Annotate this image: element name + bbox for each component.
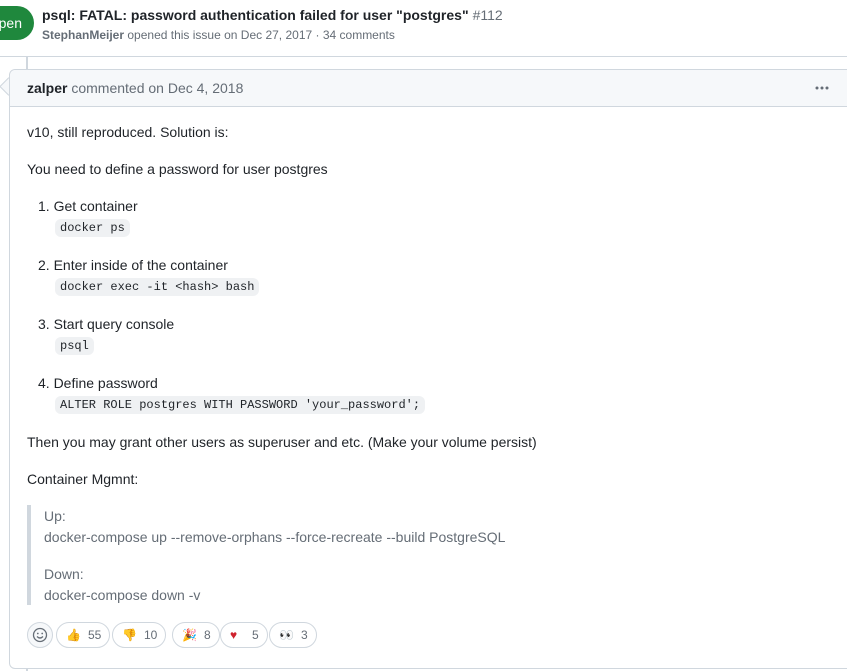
quote-down-label: Down: (44, 566, 84, 582)
blockquote: Up: docker-compose up --remove-orphans -… (27, 505, 731, 605)
issue-state-badge: pen (0, 6, 34, 40)
comment-header-text: zalper commented on Dec 4, 2018 (27, 80, 243, 96)
reaction-tada[interactable]: 🎉 8 (172, 622, 220, 648)
comment-header: zalper commented on Dec 4, 2018 (10, 70, 847, 107)
issue-header: pen psql: FATAL: password authentication… (0, 0, 847, 57)
reaction-count: 10 (144, 628, 158, 642)
step-code: psql (55, 337, 94, 355)
comment-then: Then you may grant other users as superu… (27, 434, 537, 450)
step-code: docker exec -it <hash> bash (55, 278, 260, 296)
comment-author-link[interactable]: zalper (27, 80, 67, 96)
eyes-icon: 👀 (279, 628, 294, 642)
reaction-count: 5 (252, 628, 259, 642)
reaction-thumbs-up[interactable]: 👍 55 (56, 622, 111, 648)
quote-down-command: docker-compose down -v (44, 587, 201, 603)
comment: zalper commented on Dec 4, 2018 v10, sti… (9, 69, 847, 669)
issue-title[interactable]: psql: FATAL: password authentication fai… (42, 7, 503, 23)
kebab-horizontal-icon[interactable] (810, 77, 834, 99)
step-code: ALTER ROLE postgres WITH PASSWORD 'your_… (55, 396, 426, 414)
quote-up-label: Up: (44, 508, 66, 524)
thumbs-up-icon: 👍 (66, 628, 81, 642)
thumbs-down-icon: 👎 (122, 628, 137, 642)
step-code: docker ps (55, 219, 130, 237)
reaction-eyes[interactable]: 👀 3 (269, 622, 317, 648)
step-label: 4. Define password (38, 375, 158, 391)
smiley-icon[interactable] (27, 622, 53, 648)
comment-define: You need to define a password for user p… (27, 161, 328, 177)
issue-author-link[interactable]: StephanMeijer (42, 28, 124, 42)
step-label: 1. Get container (38, 198, 138, 214)
issue-opened-text: opened this issue on Dec 27, 2017 · 34 c… (127, 28, 395, 42)
quote-up-command: docker-compose up --remove-orphans --for… (44, 529, 506, 545)
issue-meta: StephanMeijer opened this issue on Dec 2… (42, 28, 395, 42)
issue-number: #112 (472, 7, 503, 23)
reaction-thumbs-down[interactable]: 👎 10 (112, 622, 167, 648)
comment-timestamp[interactable]: commented on Dec 4, 2018 (71, 80, 243, 96)
comment-intro: v10, still reproduced. Solution is: (27, 124, 229, 140)
reaction-count: 3 (301, 628, 308, 642)
reaction-count: 8 (204, 628, 211, 642)
reaction-count: 55 (88, 628, 102, 642)
step-label: 3. Start query console (38, 316, 175, 332)
issue-title-text[interactable]: psql: FATAL: password authentication fai… (42, 7, 469, 23)
comment-mgmt: Container Mgmnt: (27, 471, 139, 487)
heart-icon: ♥ (230, 628, 238, 642)
step-label: 2. Enter inside of the container (38, 257, 228, 273)
tada-icon: 🎉 (182, 628, 197, 642)
reaction-heart[interactable]: ♥ 5 (220, 622, 268, 648)
